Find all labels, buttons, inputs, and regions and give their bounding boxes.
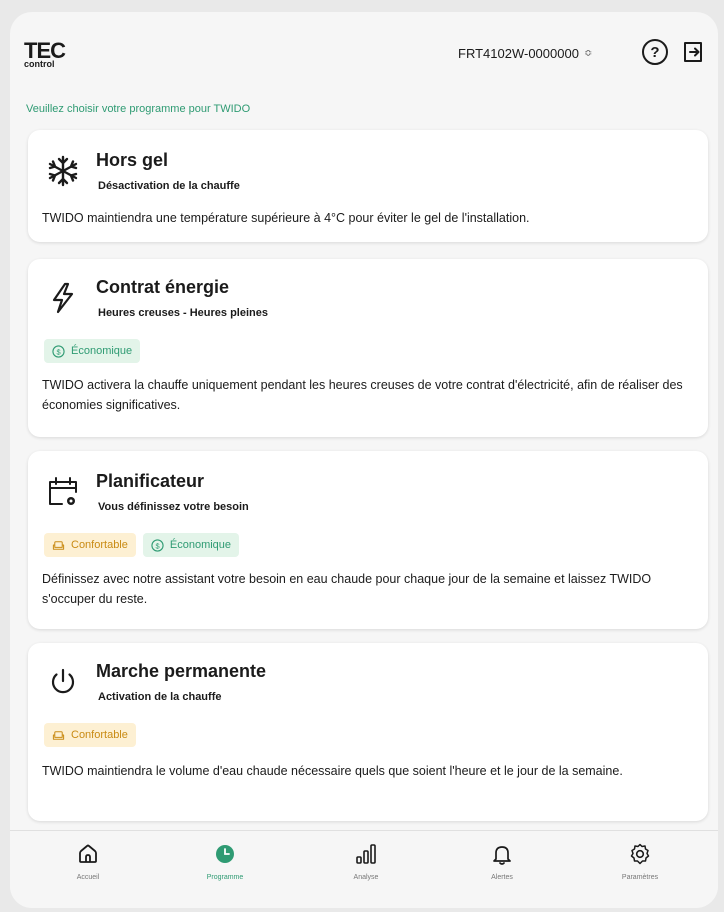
device-id: FRT4102W-0000000	[458, 46, 579, 61]
nav-label: Accueil	[76, 874, 100, 881]
calendar-gear-icon	[49, 477, 77, 505]
program-title: Contrat énergie	[96, 277, 230, 297]
nav-item-parametres[interactable]: Paramètres	[600, 843, 680, 881]
program-tags: Confortable $ Économique	[44, 533, 240, 557]
nav-item-analyse[interactable]: Analyse	[326, 843, 406, 881]
bell-icon	[493, 846, 511, 865]
tag-confortable: Confortable	[44, 723, 136, 747]
help-icon[interactable]: ?	[642, 39, 668, 65]
program-card-hors-gel[interactable]: Hors gel Désactivation de la chauffe TWI…	[28, 130, 708, 242]
nav-label: Analyse	[353, 874, 379, 881]
nav-label: Programme	[206, 874, 244, 881]
program-title: Planificateur	[96, 471, 205, 491]
nav-item-programme[interactable]: Programme	[185, 843, 265, 881]
program-subtitle: Désactivation de la chauffe	[98, 180, 240, 192]
power-icon	[51, 668, 75, 694]
bottom-nav: Accueil Programme Analyse Alertes Paramè…	[10, 830, 718, 908]
top-bar: TEC control FRT4102W-0000000 ≎ ?	[10, 12, 718, 92]
program-card-planificateur[interactable]: Planificateur Vous définissez votre beso…	[28, 451, 708, 629]
program-card-contrat-energie[interactable]: Contrat énergie Heures creuses - Heures …	[28, 259, 708, 437]
tag-economique: $ Économique	[44, 339, 141, 363]
tag-label: Confortable	[71, 729, 128, 741]
svg-text:$: $	[155, 541, 159, 550]
device-selector[interactable]: FRT4102W-0000000 ≎	[458, 46, 592, 61]
home-icon	[79, 844, 97, 863]
tag-economique: $ Économique	[142, 533, 240, 557]
nav-item-alertes[interactable]: Alertes	[462, 843, 542, 881]
gear-icon	[630, 843, 650, 865]
program-title: Hors gel	[96, 150, 169, 170]
app-frame: TEC control FRT4102W-0000000 ≎ ? Veuille…	[10, 12, 718, 908]
nav-label: Alertes	[491, 874, 513, 881]
snowflake-icon	[48, 155, 78, 187]
program-subtitle: Activation de la chauffe	[98, 691, 222, 703]
sofa-icon	[52, 540, 65, 550]
program-tags: $ Économique	[44, 339, 141, 363]
page-subtitle: Veuillez choisir votre programme pour TW…	[26, 103, 251, 115]
program-description: TWIDO activera la chauffe uniquement pen…	[42, 378, 683, 412]
lightning-icon	[52, 282, 74, 314]
program-tags: Confortable	[44, 723, 136, 747]
nav-item-accueil[interactable]: Accueil	[48, 843, 128, 881]
program-subtitle: Vous définissez votre besoin	[98, 501, 249, 513]
tag-label: Confortable	[71, 539, 128, 551]
svg-text:$: $	[56, 347, 60, 356]
clock-icon	[216, 845, 234, 863]
nav-label: Paramètres	[621, 874, 659, 881]
tag-label: Économique	[71, 345, 133, 357]
program-description: TWIDO maintiendra le volume d'eau chaude…	[42, 764, 623, 778]
logout-icon[interactable]	[682, 40, 704, 64]
tag-label: Économique	[169, 539, 232, 551]
tag-confortable: Confortable	[44, 533, 136, 557]
dollar-circle-icon: $	[151, 538, 164, 552]
program-subtitle: Heures creuses - Heures pleines	[98, 307, 268, 319]
sofa-icon	[52, 730, 65, 740]
tec-control-logo: TEC control	[24, 40, 66, 69]
program-description: Définissez avec notre assistant votre be…	[42, 572, 652, 606]
program-title: Marche permanente	[96, 661, 267, 681]
bar-chart-icon	[356, 844, 376, 864]
program-description: TWIDO maintiendra une température supéri…	[42, 211, 530, 225]
program-card-marche-permanente[interactable]: Marche permanente Activation de la chauf…	[28, 643, 708, 821]
dollar-circle-icon: $	[52, 344, 65, 358]
sort-arrows-icon: ≎	[583, 48, 593, 59]
